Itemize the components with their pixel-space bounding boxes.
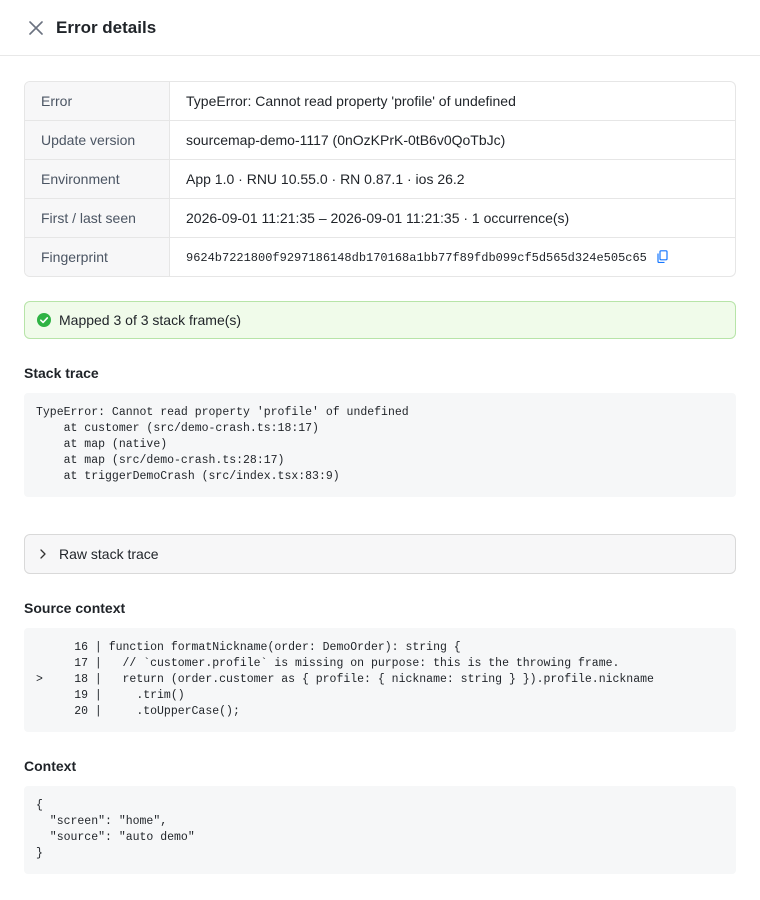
- raw-stack-trace-toggle[interactable]: Raw stack trace: [24, 534, 736, 574]
- source-line: 19 | .trim(): [74, 689, 185, 702]
- stack-trace-title: Stack trace: [24, 365, 99, 381]
- table-row: Environment App 1.0 · RNU 10.55.0 · RN 0…: [25, 160, 735, 199]
- row-value: TypeError: Cannot read property 'profile…: [170, 82, 735, 121]
- table-row: Fingerprint 9624b7221800f9297186148db170…: [25, 238, 735, 276]
- close-button[interactable]: [26, 18, 46, 38]
- source-line: 17 | // `customer.profile` is missing on…: [74, 657, 620, 670]
- context-title: Context: [24, 758, 77, 774]
- copy-icon[interactable]: [657, 250, 668, 266]
- table-row: First / last seen 2026-09-01 11:21:35 – …: [25, 199, 735, 238]
- source-line: 16 | function formatNickname(order: Demo…: [74, 641, 461, 654]
- row-value: sourcemap-demo-1117 (0nOzKPrK-0tB6v0QoTb…: [170, 121, 735, 160]
- page-title: Error details: [56, 17, 157, 37]
- row-key: Fingerprint: [25, 238, 170, 276]
- fingerprint-text: 9624b7221800f9297186148db170168a1bb77f89…: [186, 251, 647, 265]
- close-icon: [29, 20, 43, 35]
- header: Error details: [0, 0, 760, 56]
- context-block: { "screen": "home", "source": "auto demo…: [24, 786, 736, 874]
- row-key: Environment: [25, 160, 170, 199]
- source-line-highlighted: >18 | return (order.customer as { profil…: [36, 673, 654, 686]
- raw-stack-trace-label: Raw stack trace: [59, 546, 159, 562]
- stack-trace-block: TypeError: Cannot read property 'profile…: [24, 393, 736, 497]
- table-row: Update version sourcemap-demo-1117 (0nOz…: [25, 121, 735, 160]
- table-row: Error TypeError: Cannot read property 'p…: [25, 82, 735, 121]
- mapping-status-banner: Mapped 3 of 3 stack frame(s): [24, 301, 736, 339]
- chevron-right-icon: [39, 549, 47, 559]
- check-circle-icon: [37, 313, 51, 327]
- row-key: First / last seen: [25, 199, 170, 238]
- row-key: Update version: [25, 121, 170, 160]
- row-value: App 1.0 · RNU 10.55.0 · RN 0.87.1 · ios …: [170, 160, 735, 199]
- status-message: Mapped 3 of 3 stack frame(s): [59, 312, 242, 328]
- fingerprint-value: 9624b7221800f9297186148db170168a1bb77f89…: [170, 238, 735, 276]
- row-value: 2026-09-01 11:21:35 – 2026-09-01 11:21:3…: [170, 199, 735, 238]
- source-context-block: 16 | function formatNickname(order: Demo…: [24, 628, 736, 732]
- source-context-title: Source context: [24, 600, 126, 616]
- source-line: 20 | .toUpperCase();: [74, 705, 240, 718]
- row-key: Error: [25, 82, 170, 121]
- main-content: Error TypeError: Cannot read property 'p…: [0, 56, 760, 874]
- error-details-table: Error TypeError: Cannot read property 'p…: [24, 81, 736, 277]
